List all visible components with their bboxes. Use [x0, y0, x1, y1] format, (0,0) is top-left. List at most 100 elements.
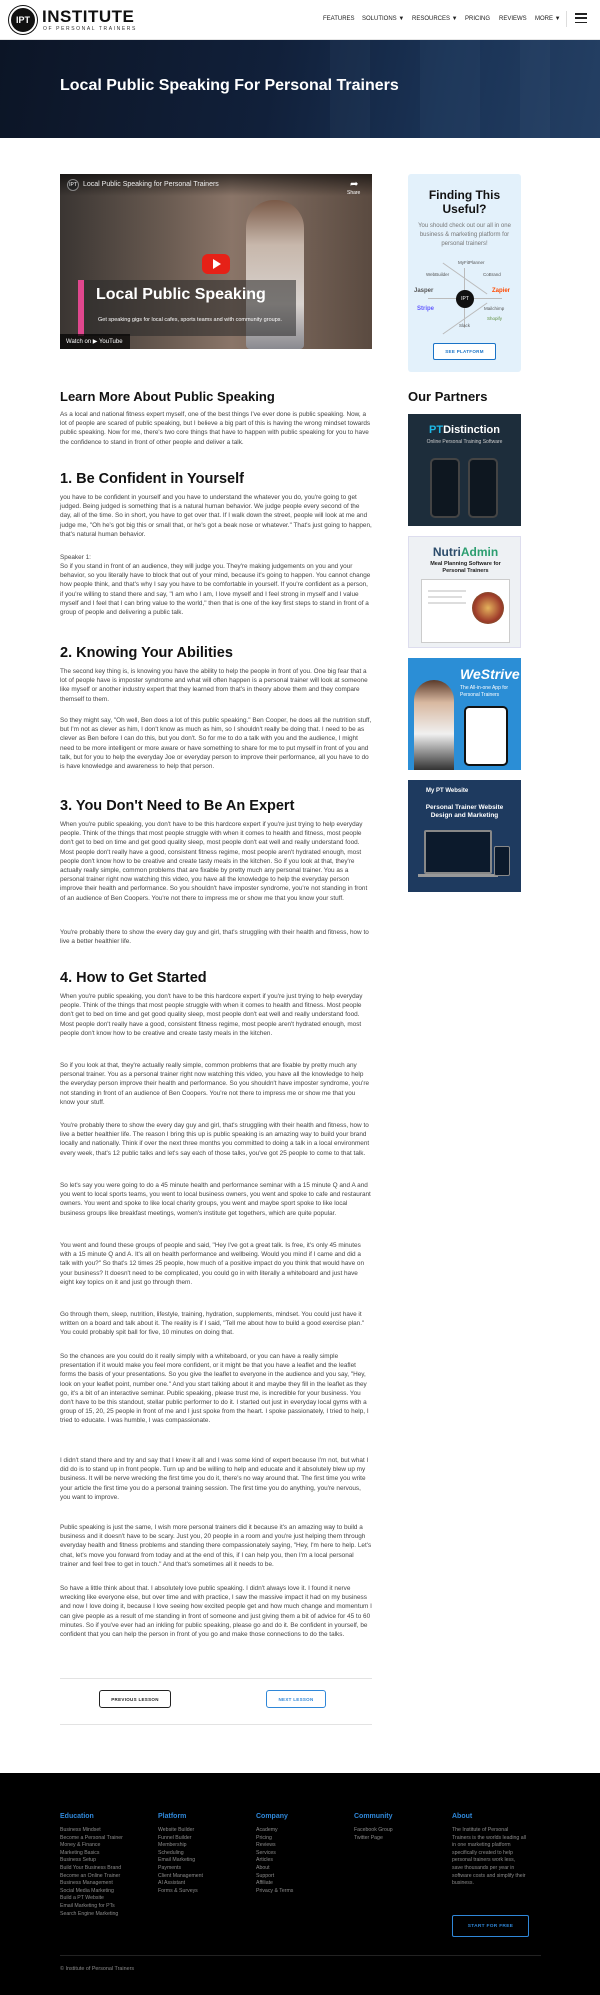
section-heading-get-started: 4. How to Get Started — [60, 970, 207, 986]
paragraph: Public speaking is just the same, I wish… — [60, 1524, 372, 1568]
start-for-free-button[interactable]: START FOR FREE — [452, 1915, 529, 1937]
footer-link[interactable]: Facebook Group — [354, 1827, 393, 1835]
footer-link[interactable]: Privacy & Terms — [256, 1888, 293, 1896]
share-label[interactable]: Share — [347, 190, 360, 196]
integration-node: WebBuilder — [426, 272, 450, 277]
footer-link[interactable]: About — [256, 1865, 293, 1873]
section-heading-abilities: 2. Knowing Your Abilities — [60, 645, 233, 661]
about-line: business. — [452, 1880, 474, 1887]
footer-link[interactable]: Academy — [256, 1827, 293, 1835]
footer-link[interactable]: Build Your Business Brand — [60, 1865, 123, 1873]
integration-node: Stripe — [417, 306, 435, 312]
phone-mockup-image — [430, 458, 460, 518]
partner-name-b: Distinction — [443, 424, 500, 436]
logo-text[interactable]: INSTITUTE — [42, 7, 134, 27]
promo-title: Finding This Useful? — [428, 188, 501, 216]
footer-link[interactable]: Become an Online Trainer — [60, 1873, 123, 1881]
paragraph: The second key thing is, is knowing you … — [60, 668, 368, 703]
partners-heading: Our Partners — [408, 389, 488, 404]
footer-link-list: Facebook Group Twitter Page — [354, 1827, 393, 1842]
about-line: personal trainers work less, — [452, 1857, 516, 1864]
partner-subtitle: The All-in-one App for Personal Trainers — [460, 685, 509, 698]
hamburger-menu-icon[interactable] — [575, 13, 587, 23]
partner-card-myptwebsite[interactable]: My PT Website Personal Trainer Website D… — [408, 780, 521, 892]
nav-reviews[interactable]: REVIEWS — [499, 16, 527, 22]
footer-link[interactable]: Become a Personal Trainer — [60, 1835, 123, 1843]
play-button-icon[interactable] — [202, 254, 230, 274]
paragraph: You're probably there to show the every … — [60, 1122, 370, 1157]
nav-more[interactable]: MORE ▼ — [535, 16, 561, 22]
footer-link[interactable]: Twitter Page — [354, 1835, 393, 1843]
footer-link[interactable]: Client Management — [158, 1873, 203, 1881]
footer-link[interactable]: Business Management — [60, 1880, 123, 1888]
footer-link[interactable]: Money & Finance — [60, 1842, 123, 1850]
footer-heading-platform: Platform — [158, 1813, 187, 1820]
previous-lesson-button[interactable]: PREVIOUS LESSON — [99, 1690, 171, 1708]
footer-link[interactable]: Business Mindset — [60, 1827, 123, 1835]
next-lesson-button[interactable]: NEXT LESSON — [266, 1690, 326, 1708]
footer-link[interactable]: Membership — [158, 1842, 203, 1850]
footer-link[interactable]: Scheduling — [158, 1850, 203, 1858]
footer-link[interactable]: Pricing — [256, 1835, 293, 1843]
footer-heading-community: Community — [354, 1813, 393, 1820]
footer-heading-company: Company — [256, 1813, 288, 1820]
footer-link-list: Website Builder Funnel Builder Membershi… — [158, 1827, 203, 1895]
nav-solutions[interactable]: SOLUTIONS ▼ — [362, 16, 404, 22]
integration-node: Jasper — [414, 288, 434, 294]
paragraph: You're probably there to show the every … — [60, 929, 369, 946]
footer-link[interactable]: Email Marketing — [158, 1857, 203, 1865]
about-line: software costs and simplify their — [452, 1872, 526, 1879]
partner-card-ptdistinction[interactable]: PTDistinction Online Personal Training S… — [408, 414, 521, 526]
logo-badge-icon[interactable]: IPT — [9, 6, 37, 34]
footer-link[interactable]: Business Setup — [60, 1857, 123, 1865]
video-overlay-subtitle: Get speaking gigs for local cafes, sport… — [98, 317, 283, 323]
footer-link[interactable]: Email Marketing for PTs — [60, 1903, 123, 1911]
footer-link[interactable]: Articles — [256, 1857, 293, 1865]
footer-link[interactable]: Marketing Basics — [60, 1850, 123, 1858]
footer-link[interactable]: Affiliate — [256, 1880, 293, 1888]
footer-link[interactable]: Reviews — [256, 1842, 293, 1850]
partner-card-nutriadmin[interactable]: NutriAdmin Meal Planning Software for Pe… — [408, 536, 521, 648]
footer-link[interactable]: Payments — [158, 1865, 203, 1873]
video-embed[interactable]: IPT Local Public Speaking for Personal T… — [60, 174, 372, 349]
footer-link[interactable]: Search Engine Marketing — [60, 1911, 123, 1919]
nav-features[interactable]: FEATURES — [323, 16, 355, 22]
partner-card-westrive[interactable]: WeStrive The All-in-one App for Personal… — [408, 658, 521, 770]
footer-link[interactable]: Funnel Builder — [158, 1835, 203, 1843]
footer-link[interactable]: Build a PT Website — [60, 1895, 123, 1903]
integration-node: Slack — [459, 323, 471, 328]
share-icon[interactable]: ➦ — [350, 179, 358, 190]
integration-node: Zapier — [492, 288, 511, 294]
integration-node: MyFitPlanner — [458, 260, 485, 265]
footer-link[interactable]: Website Builder — [158, 1827, 203, 1835]
footer-link[interactable]: Support — [256, 1873, 293, 1881]
partner-badge: My PT Website — [426, 788, 469, 794]
phone-mockup-image — [464, 706, 508, 766]
paragraph: Go through them, sleep, nutrition, lifes… — [60, 1311, 365, 1337]
paragraph: So the chances are you could do it reall… — [60, 1353, 369, 1425]
hero-banner: Local Public Speaking For Personal Train… — [0, 40, 600, 138]
see-platform-button[interactable]: SEE PLATFORM — [433, 343, 496, 360]
integration-node: CoBrand — [483, 272, 501, 277]
footer-link[interactable]: AI Assistant — [158, 1880, 203, 1888]
channel-avatar-icon[interactable]: IPT — [67, 179, 79, 191]
partner-subtitle: Meal Planning Software for Personal Trai… — [430, 561, 501, 574]
trainer-photo-image — [414, 680, 454, 770]
nav-pricing[interactable]: PRICING — [465, 16, 490, 22]
partner-name: WeStrive — [460, 666, 520, 682]
footer-link[interactable]: Forms & Surveys — [158, 1888, 203, 1896]
nav-resources[interactable]: RESOURCES ▼ — [412, 16, 458, 22]
footer-link-list: Business Mindset Become a Personal Train… — [60, 1827, 123, 1918]
page-title: Local Public Speaking For Personal Train… — [60, 77, 399, 94]
footer-link[interactable]: Social Media Marketing — [60, 1888, 123, 1896]
video-overlay-title: Local Public Speaking — [96, 286, 266, 303]
watch-on-youtube-link[interactable]: Watch on ▶ YouTube — [60, 334, 130, 349]
about-line: Trainers is the worlds leading all — [452, 1834, 526, 1841]
integration-node: Shopify — [487, 316, 503, 321]
paragraph: So let's say you were going to do a 45 m… — [60, 1182, 371, 1217]
platform-promo-card: Finding This Useful? You should check ou… — [408, 174, 521, 372]
footer-link[interactable]: Services — [256, 1850, 293, 1858]
paragraph: So they might say, "Oh well, Ben does a … — [60, 717, 372, 771]
video-title[interactable]: Local Public Speaking for Personal Train… — [83, 181, 219, 188]
site-header: IPT INSTITUTE OF PERSONAL TRAINERS FEATU… — [0, 0, 600, 40]
